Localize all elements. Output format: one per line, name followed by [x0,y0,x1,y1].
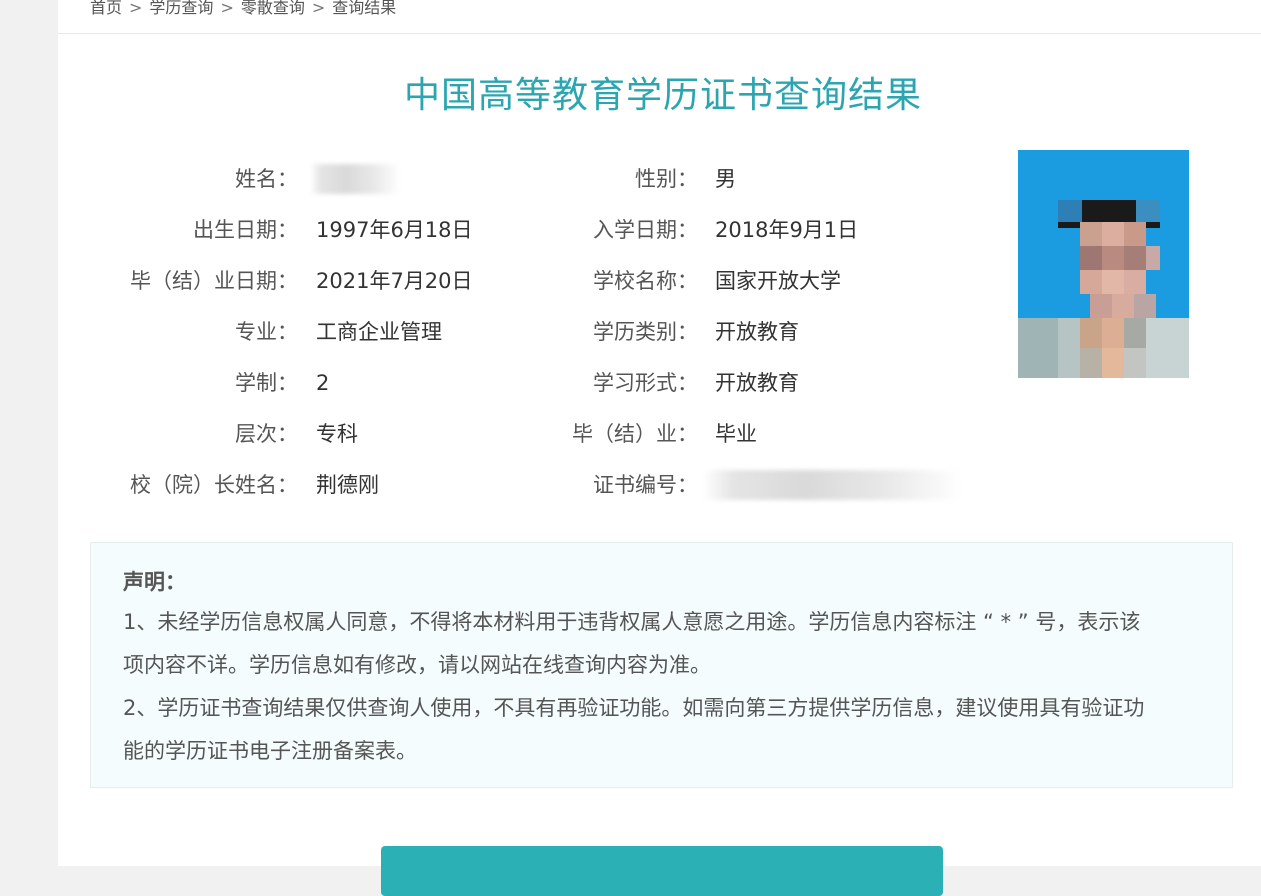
president-name-label: 校（院）长姓名： [130,473,298,497]
info-row: 学制： 2 学习形式： 开放教育 [58,368,998,398]
graduation-date-value: 2021年7月20日 [316,269,473,293]
breadcrumb-divider [58,33,1261,34]
disclaimer-line: 能的学历证书电子注册备案表。 [123,739,417,763]
level-label: 层次： [235,422,298,446]
graduation-status-value: 毕业 [715,422,757,446]
school-name-value: 国家开放大学 [715,269,841,293]
info-row: 毕（结）业日期： 2021年7月20日 学校名称： 国家开放大学 [58,266,998,296]
register-record-button[interactable] [381,846,943,896]
name-redaction [310,164,400,194]
graduation-date-label: 毕（结）业日期： [130,269,298,293]
info-row: 专业： 工商企业管理 学历类别： 开放教育 [58,317,998,347]
info-row: 出生日期： 1997年6月18日 入学日期： 2018年9月1日 [58,215,998,245]
breadcrumb-education-query[interactable]: 学历查询 [149,0,213,17]
info-row: 姓名： 性别： 男 [58,164,998,194]
breadcrumb-separator: > [129,0,143,17]
study-form-label: 学习形式： [593,371,698,395]
info-row: 校（院）长姓名： 荆德刚 证书编号： [58,470,998,500]
study-form-value: 开放教育 [715,371,799,395]
enroll-date-label: 入学日期： [593,218,698,242]
disclaimer-line: 2、学历证书查询结果仅供查询人使用，不具有再验证功能。如需向第三方提供学历信息，… [123,696,1145,720]
duration-label: 学制： [235,371,298,395]
certificate-no-redaction [703,470,961,500]
disclaimer-heading: 声明： [123,570,186,594]
duration-value: 2 [316,371,330,395]
info-row: 层次： 专科 毕（结）业： 毕业 [58,419,998,449]
graduation-status-label: 毕（结）业： [572,422,698,446]
school-name-label: 学校名称： [593,269,698,293]
education-type-value: 开放教育 [715,320,799,344]
president-name-value: 荆德刚 [316,473,379,497]
disclaimer-line: 项内容不详。学历信息如有修改，请以网站在线查询内容为准。 [123,653,711,677]
gender-label: 性别： [635,167,698,191]
birth-date-value: 1997年6月18日 [316,218,473,242]
page-title: 中国高等教育学历证书查询结果 [403,75,922,116]
breadcrumb: 首页 > 学历查询 > 零散查询 > 查询结果 [90,0,396,28]
level-value: 专科 [316,422,358,446]
breadcrumb-current: 查询结果 [332,0,397,17]
education-type-label: 学历类别： [593,320,698,344]
breadcrumb-home[interactable]: 首页 [90,0,122,17]
page-content: 首页 > 学历查询 > 零散查询 > 查询结果 中国高等教育学历证书查询结果 姓名： 性别：… [58,0,1261,896]
person-photo-icon [1018,150,1189,378]
breadcrumb-single-query[interactable]: 零散查询 [241,0,305,17]
disclaimer-panel: 声明： 1、未经学历信息权属人同意，不得将本材料用于违背权属人意愿之用途。学历信… [90,542,1233,788]
breadcrumb-separator: > [311,0,326,17]
disclaimer-line: 1、未经学历信息权属人同意，不得将本材料用于违背权属人意愿之用途。学历信息内容标… [123,610,1141,634]
certificate-no-label: 证书编号： [593,473,698,497]
enroll-date-value: 2018年9月1日 [715,218,859,242]
major-label: 专业： [235,320,298,344]
birth-date-label: 出生日期： [193,218,298,242]
gender-value: 男 [715,167,736,191]
breadcrumb-separator: > [220,0,234,17]
name-label: 姓名： [235,167,298,191]
major-value: 工商企业管理 [316,320,442,344]
